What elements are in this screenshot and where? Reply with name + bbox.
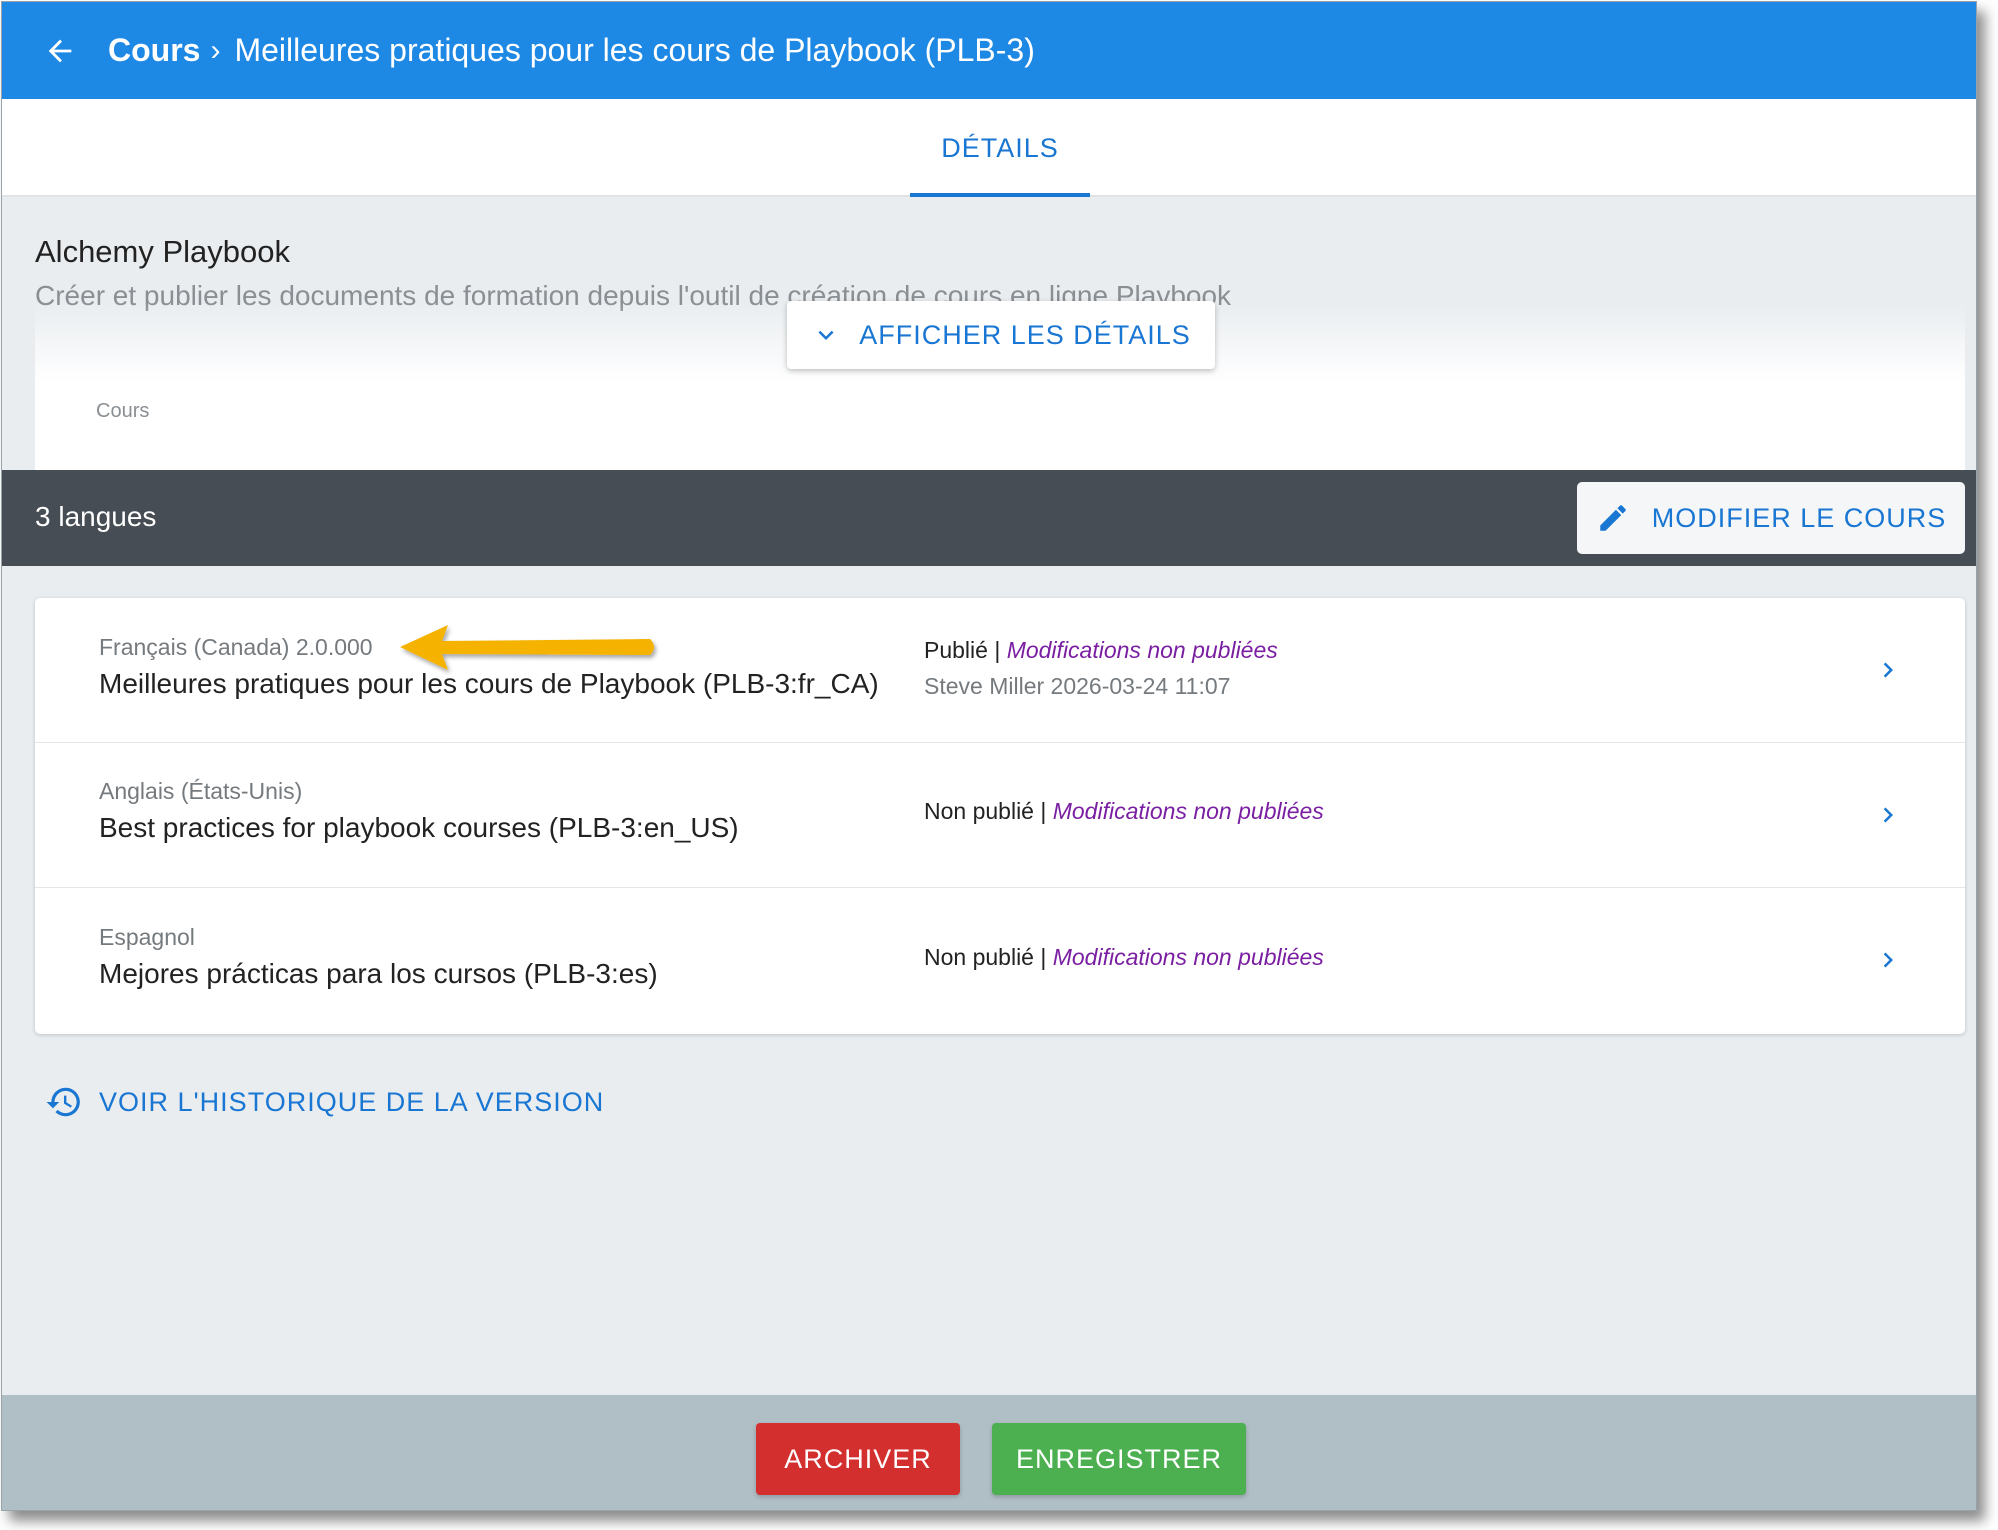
language-course-name: Mejores prácticas para los cursos (PLB-3… <box>99 958 658 989</box>
language-meta: Anglais (États-Unis) <box>99 778 303 804</box>
language-row-es[interactable]: Espagnol Mejores prácticas para los curs… <box>35 888 1965 1033</box>
bottom-action-bar: ARCHIVER ENREGISTRER <box>2 1395 1976 1510</box>
breadcrumb-root[interactable]: Cours <box>108 32 200 69</box>
course-type-label: Cours <box>96 400 150 422</box>
status-separator: | <box>987 637 1007 663</box>
top-app-bar: Cours › Meilleures pratiques pour les co… <box>2 2 1976 99</box>
chevron-down-icon <box>818 330 834 340</box>
chevron-right-icon <box>1883 952 1893 968</box>
language-meta: Espagnol <box>99 924 195 950</box>
archive-button[interactable]: ARCHIVER <box>756 1423 960 1495</box>
version-history-label: VOIR L'HISTORIQUE DE LA VERSION <box>99 1086 605 1117</box>
breadcrumb-separator: › <box>210 33 221 67</box>
edit-course-label: MODIFIER LE COURS <box>1651 502 1947 533</box>
save-button[interactable]: ENREGISTRER <box>992 1423 1246 1495</box>
arrow-left-icon <box>48 39 72 62</box>
modifications-text: Modifications non publiées <box>1052 944 1324 970</box>
last-modified-info: Steve Miller 2026-03-24 11:07 <box>924 673 1231 699</box>
publication-status: Publié | Modifications non publiées <box>924 637 1278 664</box>
active-tab-indicator <box>910 193 1090 197</box>
back-button[interactable] <box>37 28 83 74</box>
chevron-right-icon <box>1883 662 1893 678</box>
edit-course-button[interactable]: MODIFIER LE COURS <box>1577 482 1965 554</box>
languages-count: 3 langues <box>35 501 157 532</box>
status-text: Publié <box>924 637 988 663</box>
language-row-en-us[interactable]: Anglais (États-Unis) Best practices for … <box>35 743 1965 888</box>
modifications-text: Modifications non publiées <box>1006 637 1278 663</box>
publication-status: Non publié | Modifications non publiées <box>924 944 1324 971</box>
language-row-fr-ca[interactable]: Français (Canada) 2.0.000 Meilleures pra… <box>35 598 1965 743</box>
show-details-button[interactable]: AFFICHER LES DÉTAILS <box>787 301 1215 369</box>
page-title: Meilleures pratiques pour les cours de P… <box>234 32 1035 68</box>
tab-bar: DÉTAILS <box>2 99 1976 197</box>
status-text: Non publié <box>924 798 1034 824</box>
languages-header: 3 langues MODIFIER LE COURS <box>2 470 1976 566</box>
app-window: Cours › Meilleures pratiques pour les co… <box>1 1 1977 1511</box>
modifications-text: Modifications non publiées <box>1052 798 1324 824</box>
annotation-arrow-icon <box>400 625 654 670</box>
version-history-link[interactable]: VOIR L'HISTORIQUE DE LA VERSION <box>45 1083 604 1121</box>
tab-details[interactable]: DÉTAILS <box>910 99 1090 197</box>
show-details-label: AFFICHER LES DÉTAILS <box>859 319 1191 350</box>
publication-status: Non publié | Modifications non publiées <box>924 798 1324 825</box>
language-course-name: Best practices for playbook courses (PLB… <box>99 812 739 843</box>
status-text: Non publié <box>924 944 1034 970</box>
history-icon <box>46 1087 80 1117</box>
language-meta: Français (Canada) 2.0.000 <box>99 634 373 660</box>
course-name: Alchemy Playbook <box>35 234 291 269</box>
status-separator: | <box>1033 798 1053 824</box>
status-separator: | <box>1033 944 1053 970</box>
pencil-icon <box>1599 505 1626 531</box>
languages-list: Français (Canada) 2.0.000 Meilleures pra… <box>35 598 1965 1034</box>
chevron-right-icon <box>1883 807 1893 823</box>
